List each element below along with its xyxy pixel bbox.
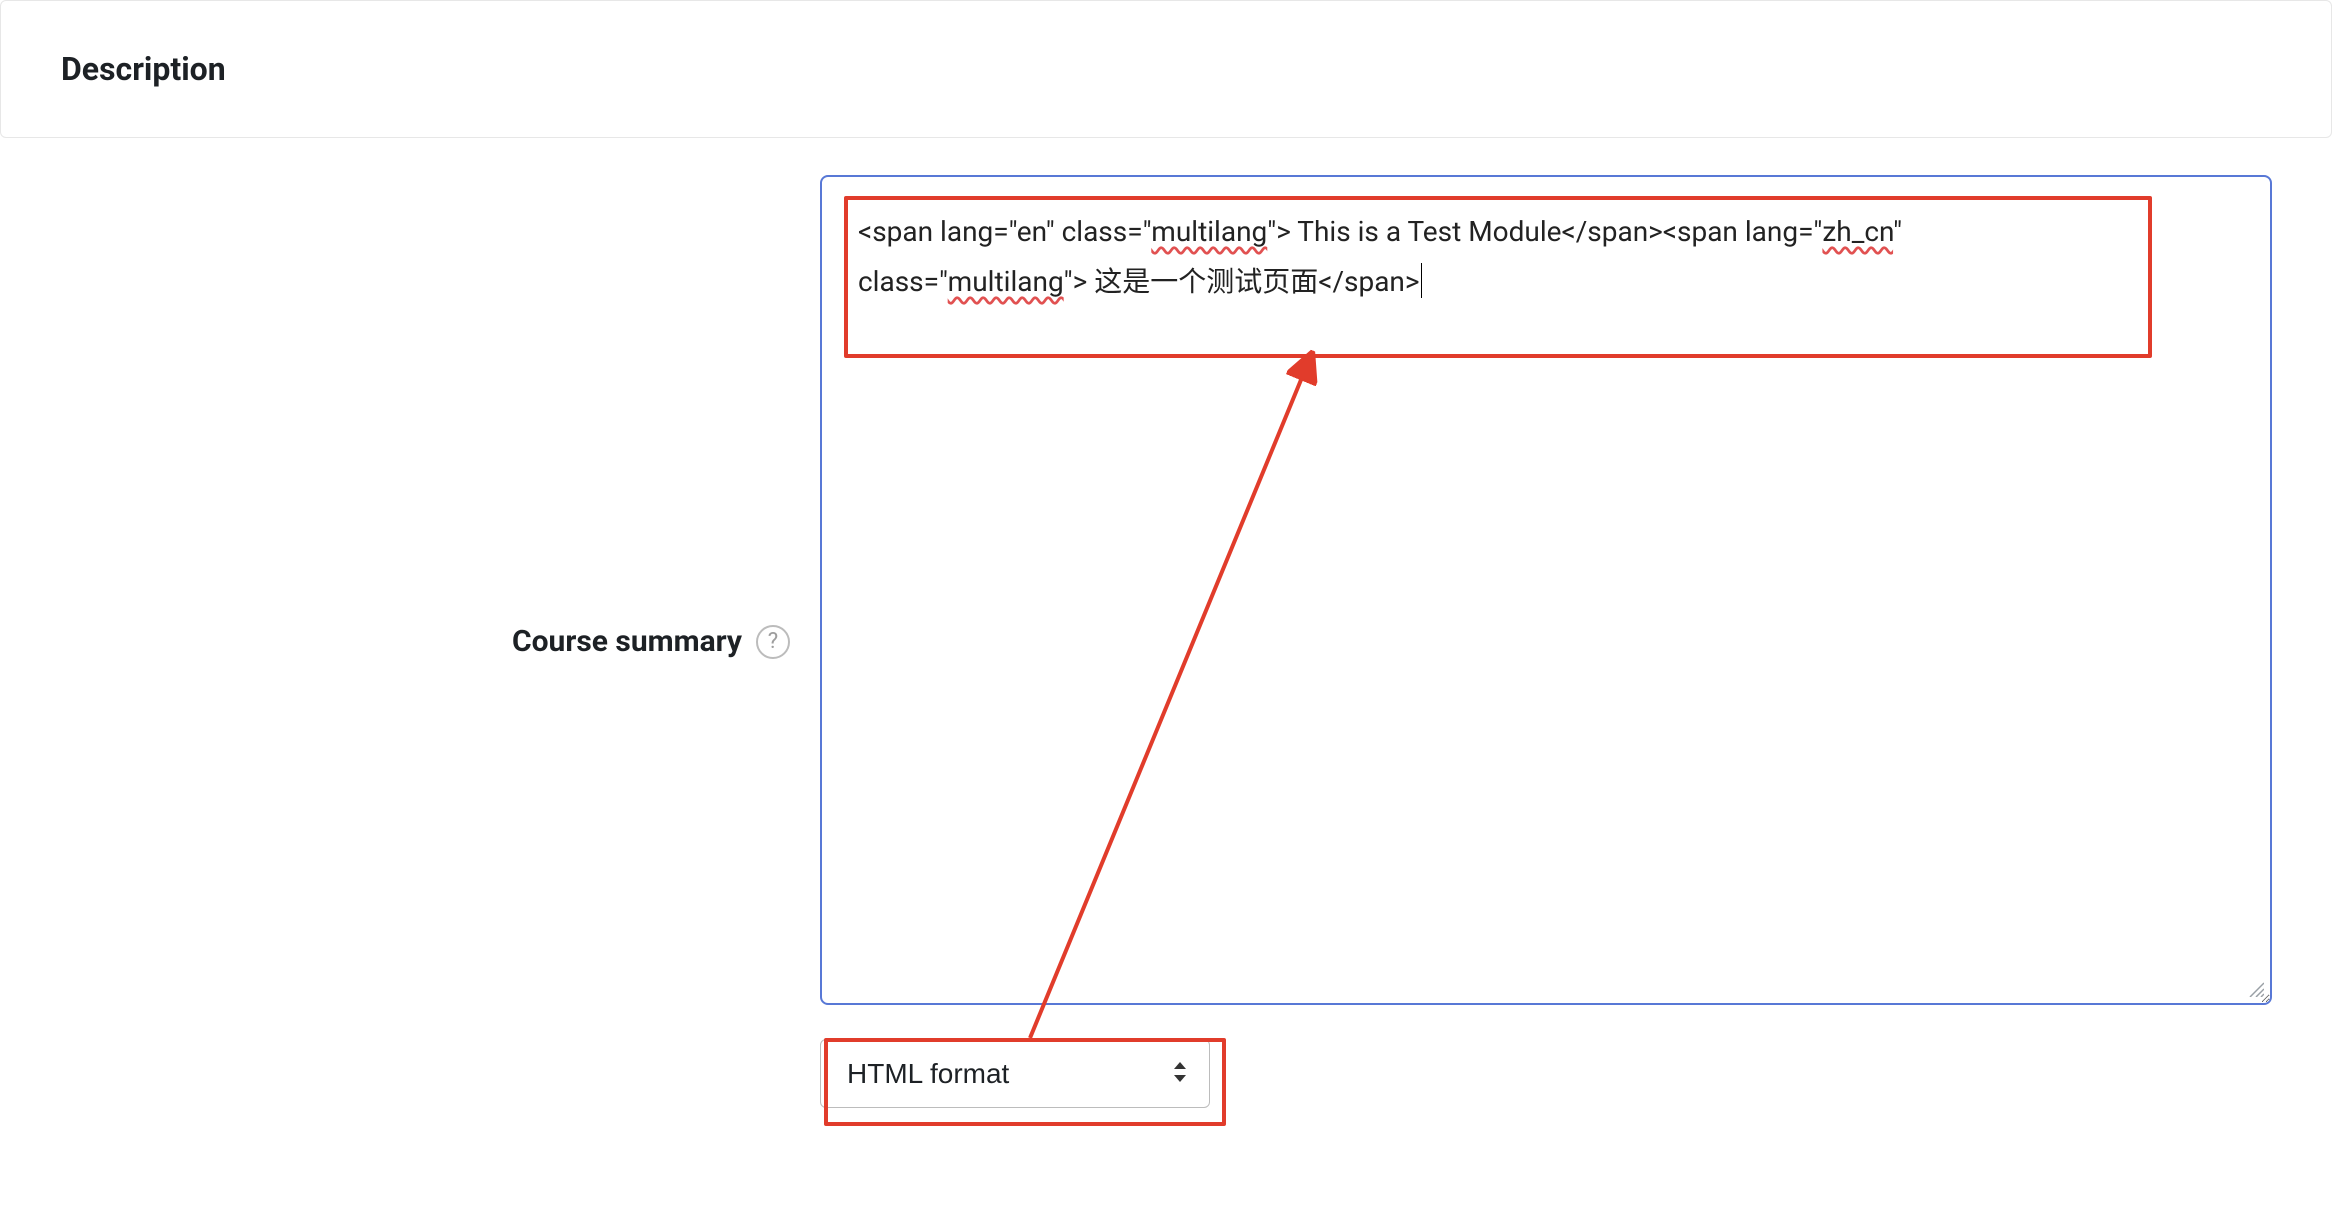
editor-line-2: class="multilang"> 这是一个测试页面</span> (858, 257, 2234, 307)
format-select-wrap: HTML format (820, 1039, 1210, 1108)
editor-text: "> 这是一个测试页面</span> (1064, 265, 1422, 298)
course-summary-row: Course summary ? <span lang="en" class="… (0, 175, 2332, 1108)
editor-text-spell: multilang (948, 265, 1064, 298)
format-select[interactable]: HTML format (820, 1039, 1210, 1108)
help-icon[interactable]: ? (756, 625, 790, 659)
course-summary-textarea[interactable]: <span lang="en" class="multilang"> This … (820, 175, 2272, 1005)
editor-text: class=" (858, 265, 948, 298)
resize-grip-icon (2246, 979, 2264, 997)
editor-text: "> This is a Test Module</span><span lan… (1267, 215, 1822, 248)
section-description-header[interactable]: Description (0, 0, 2332, 138)
label-column: Course summary ? (0, 175, 820, 1108)
editor-text-spell: multilang (1151, 215, 1267, 248)
field-column: <span lang="en" class="multilang"> This … (820, 175, 2332, 1108)
section-title: Description (61, 50, 226, 88)
page-root: Description Course summary ? <span lang=… (0, 0, 2332, 1218)
course-summary-label: Course summary (512, 624, 742, 659)
format-select-row: HTML format (820, 1039, 2272, 1108)
editor-text-spell: zh_cn (1822, 215, 1893, 248)
editor-line-1: <span lang="en" class="multilang"> This … (858, 207, 2234, 257)
editor-text: " (1893, 215, 1902, 248)
editor-text: <span lang="en" class=" (858, 215, 1151, 248)
